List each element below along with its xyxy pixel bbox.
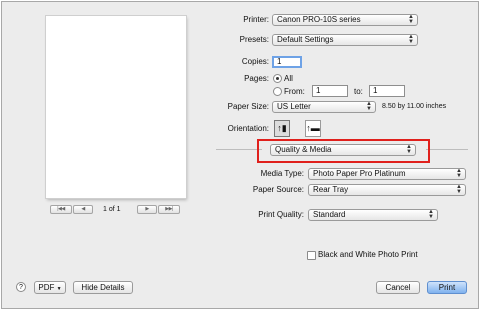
print-quality-value: Standard (313, 210, 346, 219)
printer-value: Canon PRO-10S series (277, 15, 361, 24)
portrait-orientation-button[interactable]: ↑▮ (274, 120, 290, 137)
pdf-menu-button[interactable]: PDF ▼ (34, 281, 66, 294)
copies-input[interactable]: 1 (272, 56, 302, 68)
orientation-label: Orientation: (227, 124, 269, 133)
dropdown-arrow-icon: ▼ (56, 286, 62, 292)
print-dialog: |◀◀ ◀ 1 of 1 ▶ ▶▶| Printer: Canon PRO-10… (1, 1, 479, 309)
page-preview (46, 16, 186, 198)
paper-dimensions: 8.50 by 11.00 inches (382, 103, 447, 110)
page-counter: 1 of 1 (103, 206, 121, 213)
paper-source-value: Rear Tray (313, 185, 349, 194)
help-button[interactable]: ? (16, 282, 26, 292)
cancel-button[interactable]: Cancel (376, 281, 420, 294)
popup-arrows-icon: ▲ ▼ (456, 168, 462, 179)
print-quality-popup[interactable]: Standard ▲ ▼ (308, 209, 438, 221)
presets-popup[interactable]: Default Settings ▲ ▼ (272, 34, 418, 46)
separator-left (216, 149, 262, 150)
paper-size-value: US Letter (277, 102, 311, 111)
previous-page-button[interactable]: ◀ (73, 205, 93, 214)
landscape-orientation-button[interactable]: ↑▬ (305, 120, 321, 137)
media-type-label: Media Type: (260, 169, 304, 178)
last-page-button[interactable]: ▶▶| (158, 205, 180, 214)
pages-from-label: From: (284, 87, 305, 96)
pdf-label: PDF (38, 283, 55, 292)
popup-arrows-icon: ▲ ▼ (428, 209, 434, 220)
pages-from-radio[interactable] (273, 87, 282, 96)
pages-to-input[interactable]: 1 (369, 85, 405, 97)
presets-label: Presets: (239, 35, 269, 44)
bw-photo-label: Black and White Photo Print (318, 250, 418, 259)
first-page-button[interactable]: |◀◀ (50, 205, 72, 214)
paper-size-label: Paper Size: (227, 102, 269, 111)
next-page-button[interactable]: ▶ (137, 205, 157, 214)
paper-source-popup[interactable]: Rear Tray ▲ ▼ (308, 184, 466, 196)
pages-all-label: All (284, 74, 293, 83)
paper-source-label: Paper Source: (252, 185, 304, 194)
popup-arrows-icon: ▲ ▼ (366, 101, 372, 112)
printer-label: Printer: (243, 15, 269, 24)
popup-arrows-icon: ▲ ▼ (408, 34, 414, 45)
bw-photo-checkbox[interactable] (307, 251, 316, 260)
copies-label: Copies: (241, 57, 269, 66)
popup-arrows-icon: ▲ ▼ (456, 184, 462, 195)
presets-value: Default Settings (277, 35, 334, 44)
pages-all-radio[interactable] (273, 74, 282, 83)
separator-right (426, 149, 468, 150)
highlight-box (257, 139, 430, 163)
print-quality-label: Print Quality: (258, 210, 304, 219)
hide-details-button[interactable]: Hide Details (73, 281, 133, 294)
popup-arrows-icon: ▲ ▼ (408, 14, 414, 25)
print-button[interactable]: Print (427, 281, 467, 294)
pages-to-label: to: (354, 87, 363, 96)
media-type-popup[interactable]: Photo Paper Pro Platinum ▲ ▼ (308, 168, 466, 180)
media-type-value: Photo Paper Pro Platinum (313, 169, 406, 178)
paper-size-popup[interactable]: US Letter ▲ ▼ (272, 101, 376, 113)
printer-popup[interactable]: Canon PRO-10S series ▲ ▼ (272, 14, 418, 26)
pages-from-input[interactable]: 1 (312, 85, 348, 97)
pages-label: Pages: (244, 74, 269, 83)
